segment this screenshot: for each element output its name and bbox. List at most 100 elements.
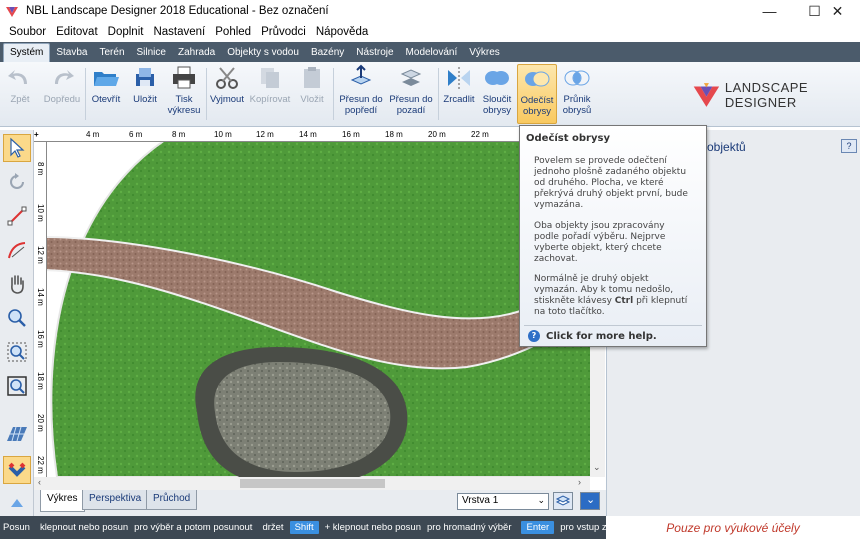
tab-teren[interactable]: Terén: [93, 44, 130, 62]
tooltip-text: při klepnutí: [633, 296, 688, 306]
toolbar-separator: [438, 68, 439, 120]
merge-outlines-button[interactable]: Sloučit obrysy: [479, 64, 515, 124]
tab-vykres-view[interactable]: Výkres: [40, 490, 85, 512]
snap-tool[interactable]: [3, 456, 31, 484]
tab-vykres[interactable]: Výkres: [463, 44, 506, 62]
rotate-icon: [10, 173, 24, 189]
scroll-left-arrow-icon[interactable]: ‹: [38, 477, 41, 487]
undo-button[interactable]: Zpět: [4, 64, 36, 124]
menu-pohled[interactable]: Pohled: [210, 26, 256, 38]
ruler-label: 14 m: [36, 288, 45, 306]
send-to-back-button[interactable]: Přesun do pozadí: [387, 64, 435, 124]
paste-button[interactable]: Vložit: [296, 64, 328, 124]
rotate-tool[interactable]: [3, 168, 31, 196]
menu-napoveda[interactable]: Nápověda: [311, 26, 373, 38]
ruler-label: 8 m: [36, 162, 45, 176]
status-mode: Posun: [3, 522, 30, 533]
scroll-right-arrow-icon[interactable]: ›: [578, 477, 581, 487]
intersect-outlines-button[interactable]: Průnik obrysů: [559, 64, 595, 124]
snap-point-icon: [11, 499, 23, 507]
menu-editovat[interactable]: Editovat: [51, 26, 103, 38]
status-text: držet: [262, 522, 284, 533]
extra-tool[interactable]: [3, 490, 31, 518]
ruler-label: 20 m: [428, 130, 446, 139]
redo-button[interactable]: Dopředu: [40, 64, 84, 124]
layer-select[interactable]: Vrstva 1 ⌄: [457, 493, 549, 510]
minimize-button[interactable]: —: [747, 0, 792, 22]
ruler-label: 22 m: [36, 456, 45, 474]
tab-system[interactable]: Systém: [3, 43, 51, 62]
ruler-label: 8 m: [172, 130, 186, 139]
tooltip-line: jednoho plošně zadaného objektu: [534, 167, 687, 177]
status-bar: Posun klepnout nebo posun pro výběr a po…: [0, 516, 606, 539]
zoom-window-icon: [7, 342, 27, 362]
zoom-in-tool[interactable]: [3, 304, 31, 332]
scroll-down-arrow-icon[interactable]: ⌄: [593, 462, 601, 473]
tab-bazeny[interactable]: Bazény: [305, 44, 350, 62]
send-to-back-icon: [400, 69, 422, 86]
status-text: + klepnout nebo posun: [324, 522, 421, 533]
arc-tool[interactable]: [3, 236, 31, 264]
left-toolbox: [0, 130, 34, 516]
panel-help-button[interactable]: ?: [841, 139, 857, 153]
magnet-icon: [8, 462, 26, 477]
menu-bar: Soubor Editovat Doplnit Nastavení Pohled…: [0, 22, 860, 42]
print-button[interactable]: Tisk výkresu: [164, 64, 204, 124]
tab-stavba[interactable]: Stavba: [50, 44, 93, 62]
tab-perspektiva-view[interactable]: Perspektiva: [82, 490, 149, 510]
save-button[interactable]: Uložit: [128, 64, 162, 124]
ruler-label: 12 m: [256, 130, 274, 139]
tab-nastroje[interactable]: Nástroje: [350, 44, 399, 62]
tooltip-key-ctrl: Ctrl: [614, 296, 634, 306]
ruler-label: 20 m: [36, 414, 45, 432]
zoom-window-tool[interactable]: [3, 338, 31, 366]
close-button[interactable]: ✕: [815, 0, 860, 22]
ruler-label: 14 m: [299, 130, 317, 139]
grid-tool[interactable]: [3, 420, 31, 448]
tab-modelovani[interactable]: Modelování: [400, 44, 464, 62]
tooltip-line: zachovat.: [534, 254, 578, 264]
drawing-canvas[interactable]: [47, 142, 590, 477]
vertical-ruler: 8 m 10 m 12 m 14 m 16 m 18 m 20 m 22 m: [34, 142, 47, 477]
tab-objekty-s-vodou[interactable]: Objekty s vodou: [221, 44, 305, 62]
menu-pruvodci[interactable]: Průvodci: [256, 26, 311, 38]
ruler-label: 6 m: [129, 130, 143, 139]
ruler-origin: +: [34, 130, 39, 139]
mirror-button[interactable]: Zrcadlit: [441, 64, 477, 124]
layer-dropdown-button[interactable]: ⌄: [580, 492, 600, 510]
tooltip-line: vymazána.: [534, 200, 584, 210]
zoom-extents-tool[interactable]: [3, 372, 31, 400]
tab-silnice[interactable]: Silnice: [131, 44, 172, 62]
tooltip-help-link[interactable]: ? Click for more help.: [528, 330, 657, 342]
menu-doplnit[interactable]: Doplnit: [103, 26, 149, 38]
grid-icon: [7, 426, 27, 442]
chevron-down-icon: ⌄: [586, 494, 596, 506]
status-key-enter: Enter: [521, 521, 555, 534]
save-icon: [136, 68, 154, 86]
printer-icon: [173, 66, 195, 89]
pan-tool[interactable]: [3, 270, 31, 298]
window-title: NBL Landscape Designer 2018 Educational …: [26, 5, 329, 17]
layer-manager-button[interactable]: [553, 492, 573, 510]
tooltip-line: vymazán. Aby k tomu nedošlo,: [534, 285, 674, 295]
tooltip-line: na toto tlačítko.: [534, 307, 605, 317]
menu-nastaveni[interactable]: Nastavení: [148, 26, 210, 38]
tab-pruchod-view[interactable]: Průchod: [146, 490, 198, 510]
tab-zahrada[interactable]: Zahrada: [172, 44, 221, 62]
subtract-outlines-button[interactable]: Odečíst obrysy: [517, 64, 557, 124]
copy-icon: [261, 68, 279, 88]
select-tool[interactable]: [3, 134, 31, 162]
brand-name: LANDSCAPE DESIGNER: [724, 80, 809, 110]
line-icon: [7, 206, 27, 226]
line-tool[interactable]: [3, 202, 31, 230]
ruler-label: 12 m: [36, 246, 45, 264]
cut-button[interactable]: Vyjmout: [208, 64, 246, 124]
horizontal-scroll-thumb[interactable]: [240, 479, 385, 488]
copy-button[interactable]: Kopírovat: [248, 64, 292, 124]
chevron-down-icon: ⌄: [537, 495, 545, 505]
menu-soubor[interactable]: Soubor: [4, 26, 51, 38]
bring-to-front-button[interactable]: Přesun do popředí: [337, 64, 385, 124]
open-button[interactable]: Otevřít: [88, 64, 124, 124]
tooltip-line: Normálně je druhý objekt: [534, 274, 649, 284]
subtract-outlines-icon: [525, 71, 550, 87]
